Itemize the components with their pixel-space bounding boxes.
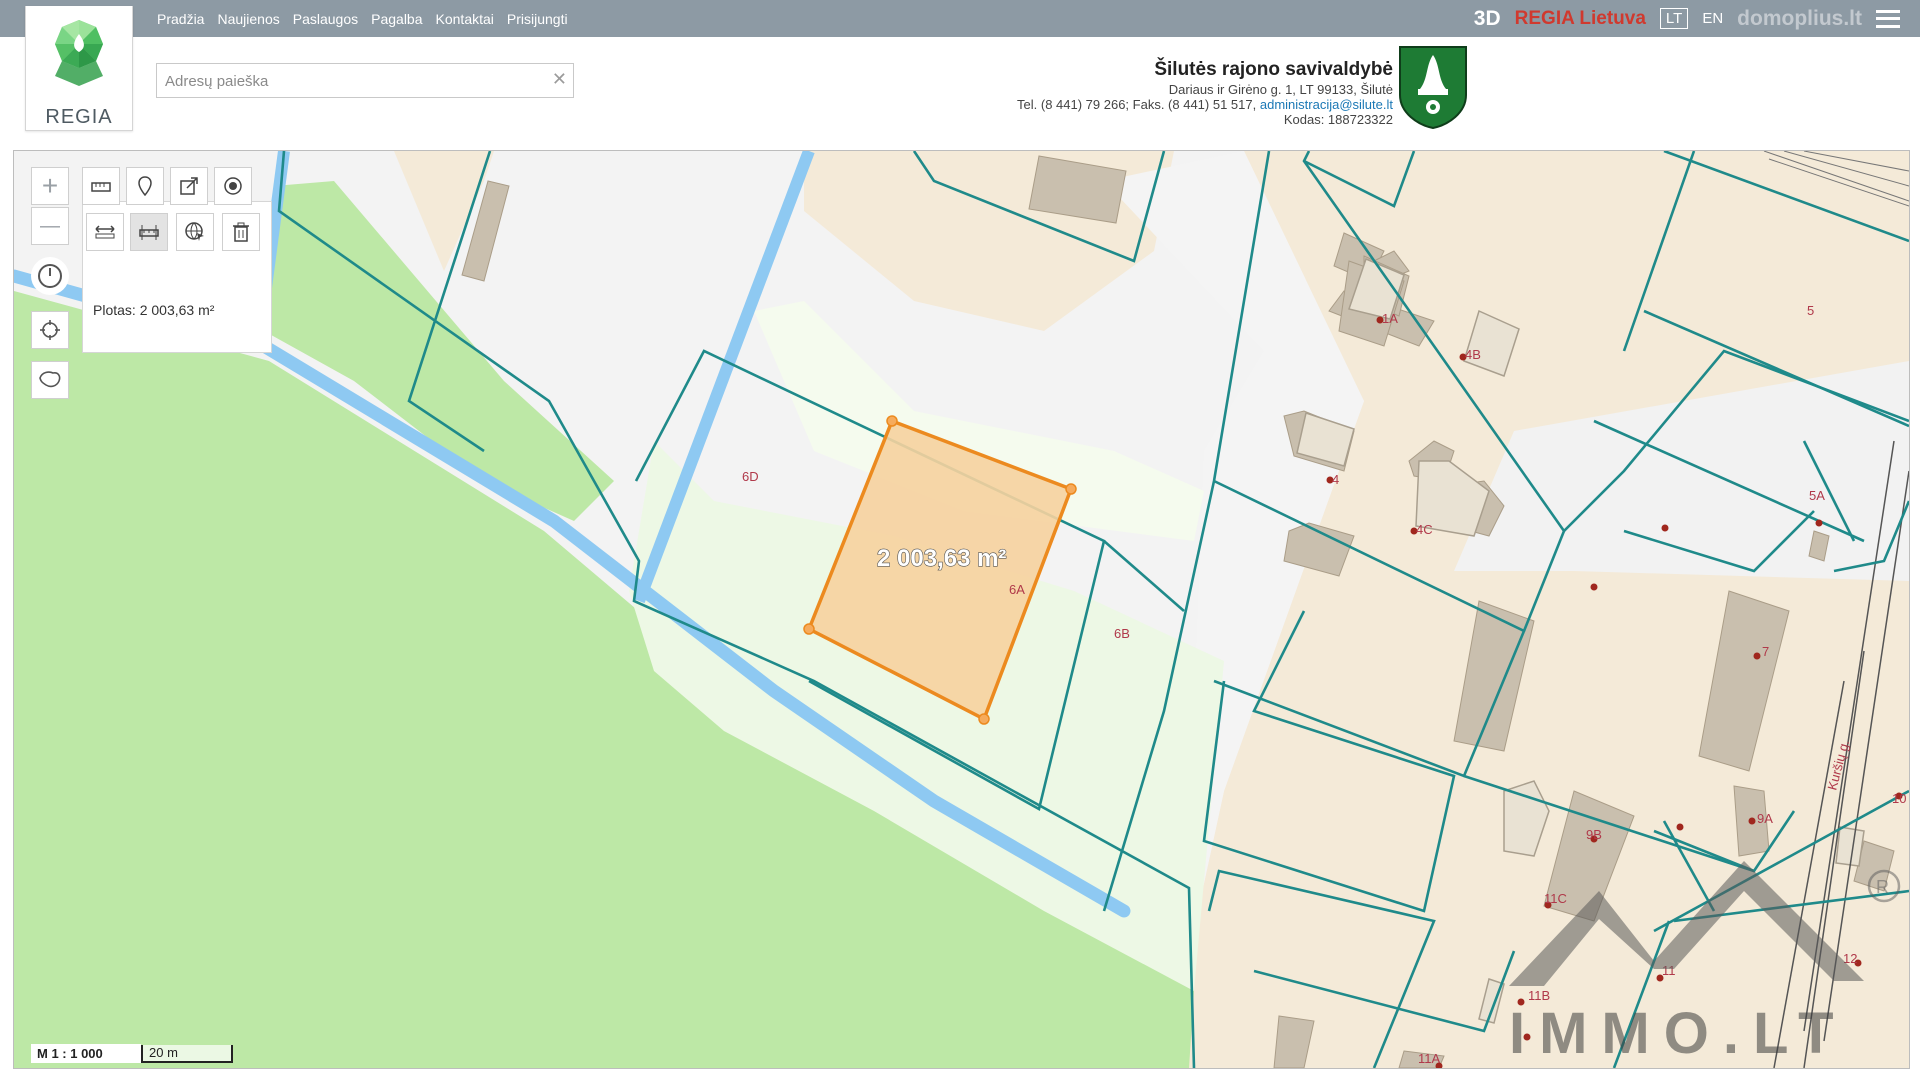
municipality-crest-icon	[1399, 46, 1467, 129]
parcel-label: 6D	[742, 469, 759, 484]
country-outline-icon	[39, 371, 61, 388]
regia-logo[interactable]: REGIA	[25, 6, 133, 131]
map-canvas[interactable]: 6D 6A 6B 5 1A 4B 4 4C 5A 7 10 9A 9B 11C …	[14, 151, 1909, 1068]
parcel-label: 7	[1762, 644, 1769, 659]
lithuania-extent-button[interactable]	[31, 361, 69, 399]
parcel-label: 5A	[1809, 488, 1825, 503]
svg-text:R: R	[1876, 877, 1889, 897]
nav-item-prisijungti[interactable]: Prisijungti	[507, 11, 568, 27]
map-pin-icon	[138, 176, 152, 196]
delete-button[interactable]	[222, 213, 260, 251]
nav-item-pradzia[interactable]: Pradžia	[157, 11, 204, 27]
marker-tool-button[interactable]	[126, 167, 164, 205]
main-nav: Pradžia Naujienos Paslaugos Pagalba Kont…	[157, 0, 568, 37]
nav-item-kontaktai[interactable]: Kontaktai	[436, 11, 494, 27]
parcel-label: 10	[1892, 791, 1906, 806]
address-search: ✕	[156, 63, 574, 99]
municipality-email-link[interactable]: administracija@silute.lt	[1260, 97, 1393, 112]
parcel-label: 4	[1332, 472, 1339, 487]
domoplius-watermark: domoplius.lt	[1737, 6, 1862, 30]
address-search-input[interactable]	[163, 64, 537, 99]
point-tool-button[interactable]	[214, 167, 252, 205]
map-view[interactable]: 6D 6A 6B 5 1A 4B 4 4C 5A 7 10 9A 9B 11C …	[13, 150, 1910, 1069]
locate-button[interactable]	[31, 311, 69, 349]
area-tool-button[interactable]	[130, 213, 168, 251]
immo-watermark-text: IMMO.LT	[1509, 1001, 1848, 1066]
scale-ratio: M 1 : 1 000	[31, 1044, 141, 1063]
parcel-label: 4C	[1416, 522, 1433, 537]
select-area-button[interactable]	[176, 213, 214, 251]
target-icon	[224, 177, 242, 195]
area-measure-icon	[139, 225, 159, 240]
history-button[interactable]	[31, 257, 69, 295]
share-icon	[180, 177, 198, 195]
distance-icon	[95, 225, 115, 239]
parcel-label: 11C	[1544, 891, 1567, 906]
top-right-tools: 3D REGIA Lietuva LT EN domoplius.lt	[1474, 0, 1900, 37]
zoom-out-button[interactable]: —	[31, 207, 69, 245]
share-button[interactable]	[170, 167, 208, 205]
municipality-name: Šilutės rajono savivaldybė	[1154, 59, 1393, 80]
measure-area-label: 2 003,63 m²	[877, 545, 1006, 572]
distance-tool-button[interactable]	[86, 213, 124, 251]
regia-logo-icon	[55, 20, 103, 86]
map-scale: M 1 : 1 000 20 m	[31, 1041, 233, 1063]
top-bar: Pradžia Naujienos Paslaugos Pagalba Kont…	[0, 0, 1920, 37]
parcel-label: 4B	[1465, 347, 1481, 362]
parcel-label: 9A	[1757, 811, 1773, 826]
parcel-label: 1A	[1382, 311, 1398, 326]
municipality-address: Dariaus ir Girėno g. 1, LT 99133, Šilutė	[1168, 82, 1393, 97]
3d-button[interactable]: 3D	[1474, 7, 1501, 31]
globe-cursor-icon	[185, 222, 204, 241]
zoom-in-button[interactable]: +	[31, 167, 69, 205]
ruler-tool-button[interactable]	[82, 167, 120, 205]
lang-en-button[interactable]: EN	[1702, 10, 1723, 27]
parcel-label: 6B	[1114, 626, 1130, 641]
scale-bar: 20 m	[141, 1045, 233, 1063]
nav-item-paslaugos[interactable]: Paslaugos	[293, 11, 358, 27]
regia-lietuva-link[interactable]: REGIA Lietuva	[1515, 8, 1646, 30]
parcel-label: 5	[1807, 303, 1814, 318]
municipality-info: Šilutės rajono savivaldybė Dariaus ir Gi…	[1017, 58, 1393, 127]
clear-search-icon[interactable]: ✕	[552, 69, 567, 90]
ruler-icon	[91, 182, 111, 192]
hamburger-menu-icon[interactable]	[1876, 9, 1900, 28]
municipality-phone: Tel. (8 441) 79 266; Faks. (8 441) 51 51…	[1017, 97, 1257, 112]
crosshair-icon	[40, 320, 60, 340]
nav-item-naujienos[interactable]: Naujienos	[217, 11, 279, 27]
logo-text: REGIA	[45, 106, 113, 128]
lang-lt-button[interactable]: LT	[1659, 8, 1689, 29]
nav-item-pagalba[interactable]: Pagalba	[371, 11, 422, 27]
area-info-label: Plotas: 2 003,63 m²	[93, 302, 215, 318]
parcel-label: 6A	[1009, 582, 1025, 597]
municipality-code: Kodas: 188723322	[1283, 112, 1393, 127]
municipality-contacts: Tel. (8 441) 79 266; Faks. (8 441) 51 51…	[1017, 97, 1393, 112]
parcel-label: 9B	[1586, 827, 1602, 842]
clock-icon	[38, 264, 62, 288]
trash-icon	[233, 222, 249, 242]
parcel-label: 11A	[1418, 1051, 1440, 1066]
